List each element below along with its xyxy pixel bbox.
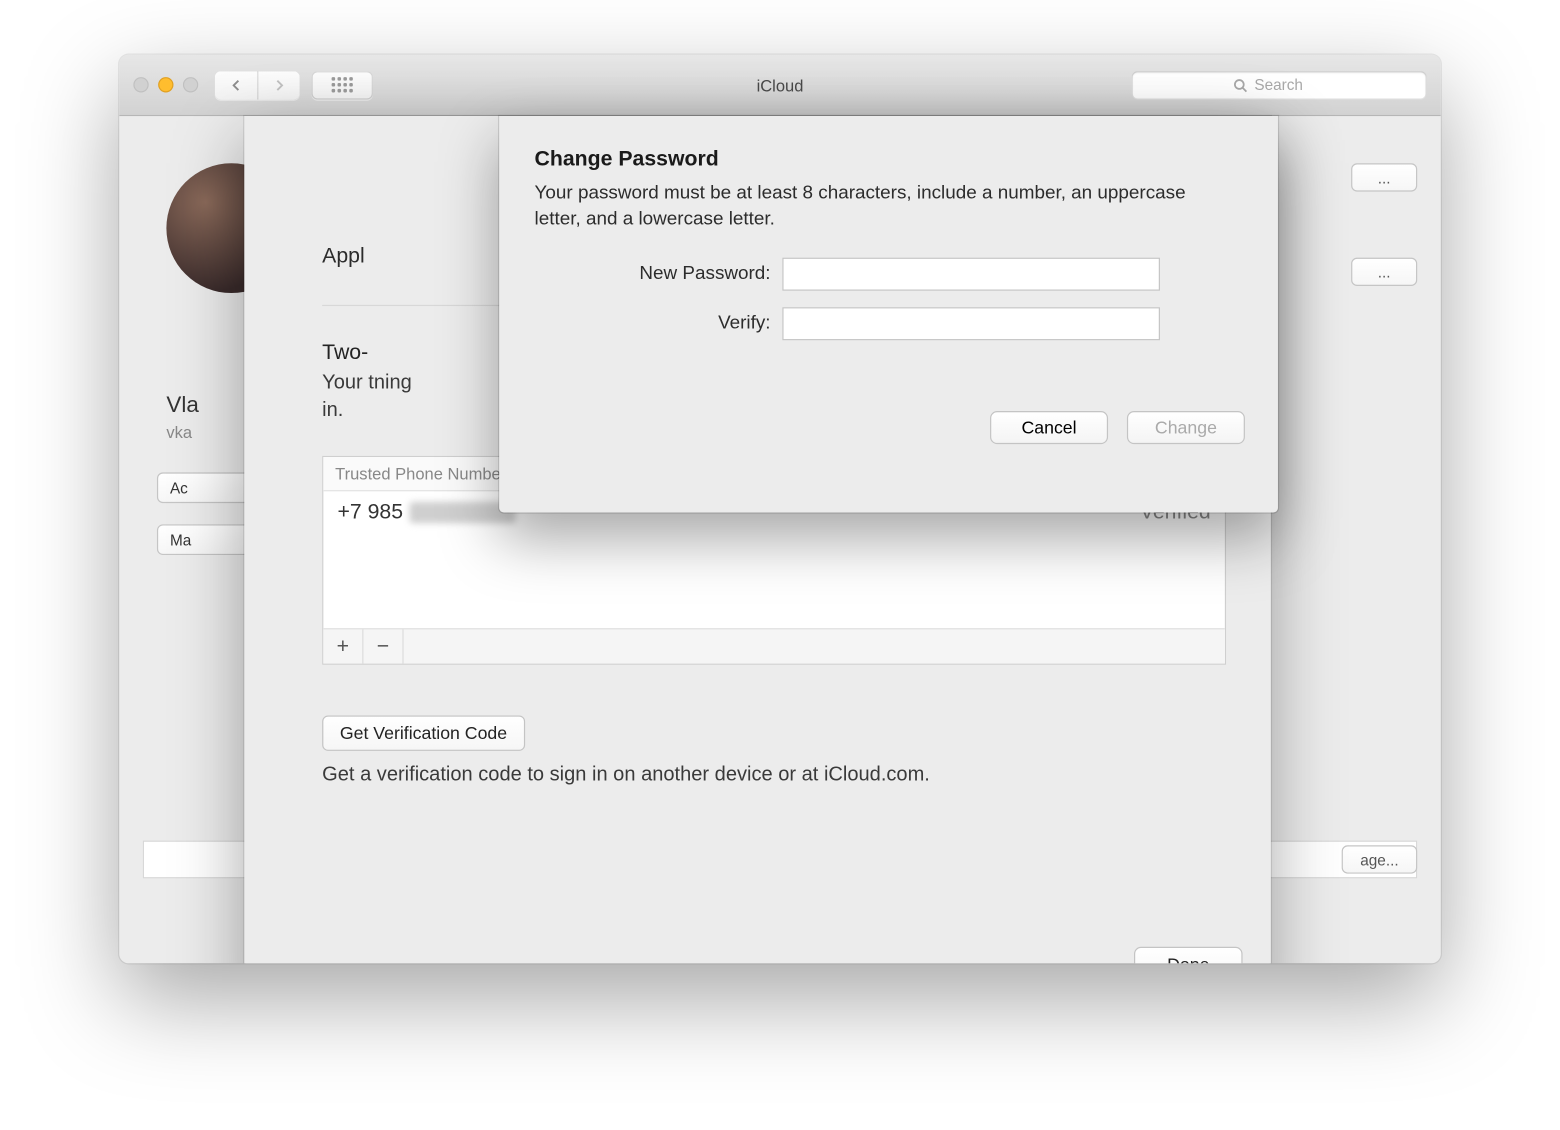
cancel-button[interactable]: Cancel <box>990 411 1108 444</box>
verification-code-desc: Get a verification code to sign in on an… <box>322 762 930 786</box>
change-password-sheet: Change Password Your password must be at… <box>499 116 1278 512</box>
back-button[interactable] <box>215 70 257 98</box>
two-factor-desc: Your t ning in. <box>322 369 412 423</box>
new-password-input[interactable] <box>782 257 1160 290</box>
get-verification-code-button[interactable]: Get Verification Code <box>322 715 525 750</box>
options-button-stub-2[interactable]: ... <box>1351 257 1417 285</box>
change-button[interactable]: Change <box>1127 411 1245 444</box>
show-all-button[interactable] <box>312 70 373 98</box>
user-name: Vla <box>166 393 198 419</box>
phone-number: +7 985 <box>338 498 516 523</box>
search-icon <box>1233 77 1247 91</box>
two-factor-section: Two- Your t ning in. <box>322 340 412 424</box>
nav-back-forward <box>215 70 300 98</box>
table-footer: + − <box>323 628 1225 663</box>
new-password-label: New Password: <box>535 263 783 284</box>
done-button[interactable]: Done <box>1134 946 1243 963</box>
search-input[interactable] <box>1254 75 1325 93</box>
add-phone-button[interactable]: + <box>323 629 363 663</box>
window-zoom-button[interactable] <box>183 77 198 92</box>
window-traffic-lights <box>133 77 198 92</box>
apple-id-row-label: Appl <box>322 243 365 268</box>
forward-button[interactable] <box>257 70 299 98</box>
manage-storage-button[interactable]: age... <box>1342 845 1418 873</box>
user-subtitle: vka <box>166 422 192 441</box>
options-button-stub-1[interactable]: ... <box>1351 163 1417 191</box>
sheet-title: Change Password <box>535 146 1243 171</box>
sheet-description: Your password must be at least 8 charact… <box>535 180 1219 231</box>
verify-password-label: Verify: <box>535 313 783 334</box>
window-minimize-button[interactable] <box>158 77 173 92</box>
window-close-button[interactable] <box>133 77 148 92</box>
icloud-preferences-window: iCloud Vla vka Ac Ma ... ... age... Appl… <box>119 54 1441 963</box>
verify-password-input[interactable] <box>782 307 1160 340</box>
two-factor-label: Two- <box>322 340 412 365</box>
remove-phone-button[interactable]: − <box>363 629 403 663</box>
search-field[interactable] <box>1132 70 1427 98</box>
grid-icon <box>332 77 353 92</box>
titlebar: iCloud <box>119 54 1441 115</box>
